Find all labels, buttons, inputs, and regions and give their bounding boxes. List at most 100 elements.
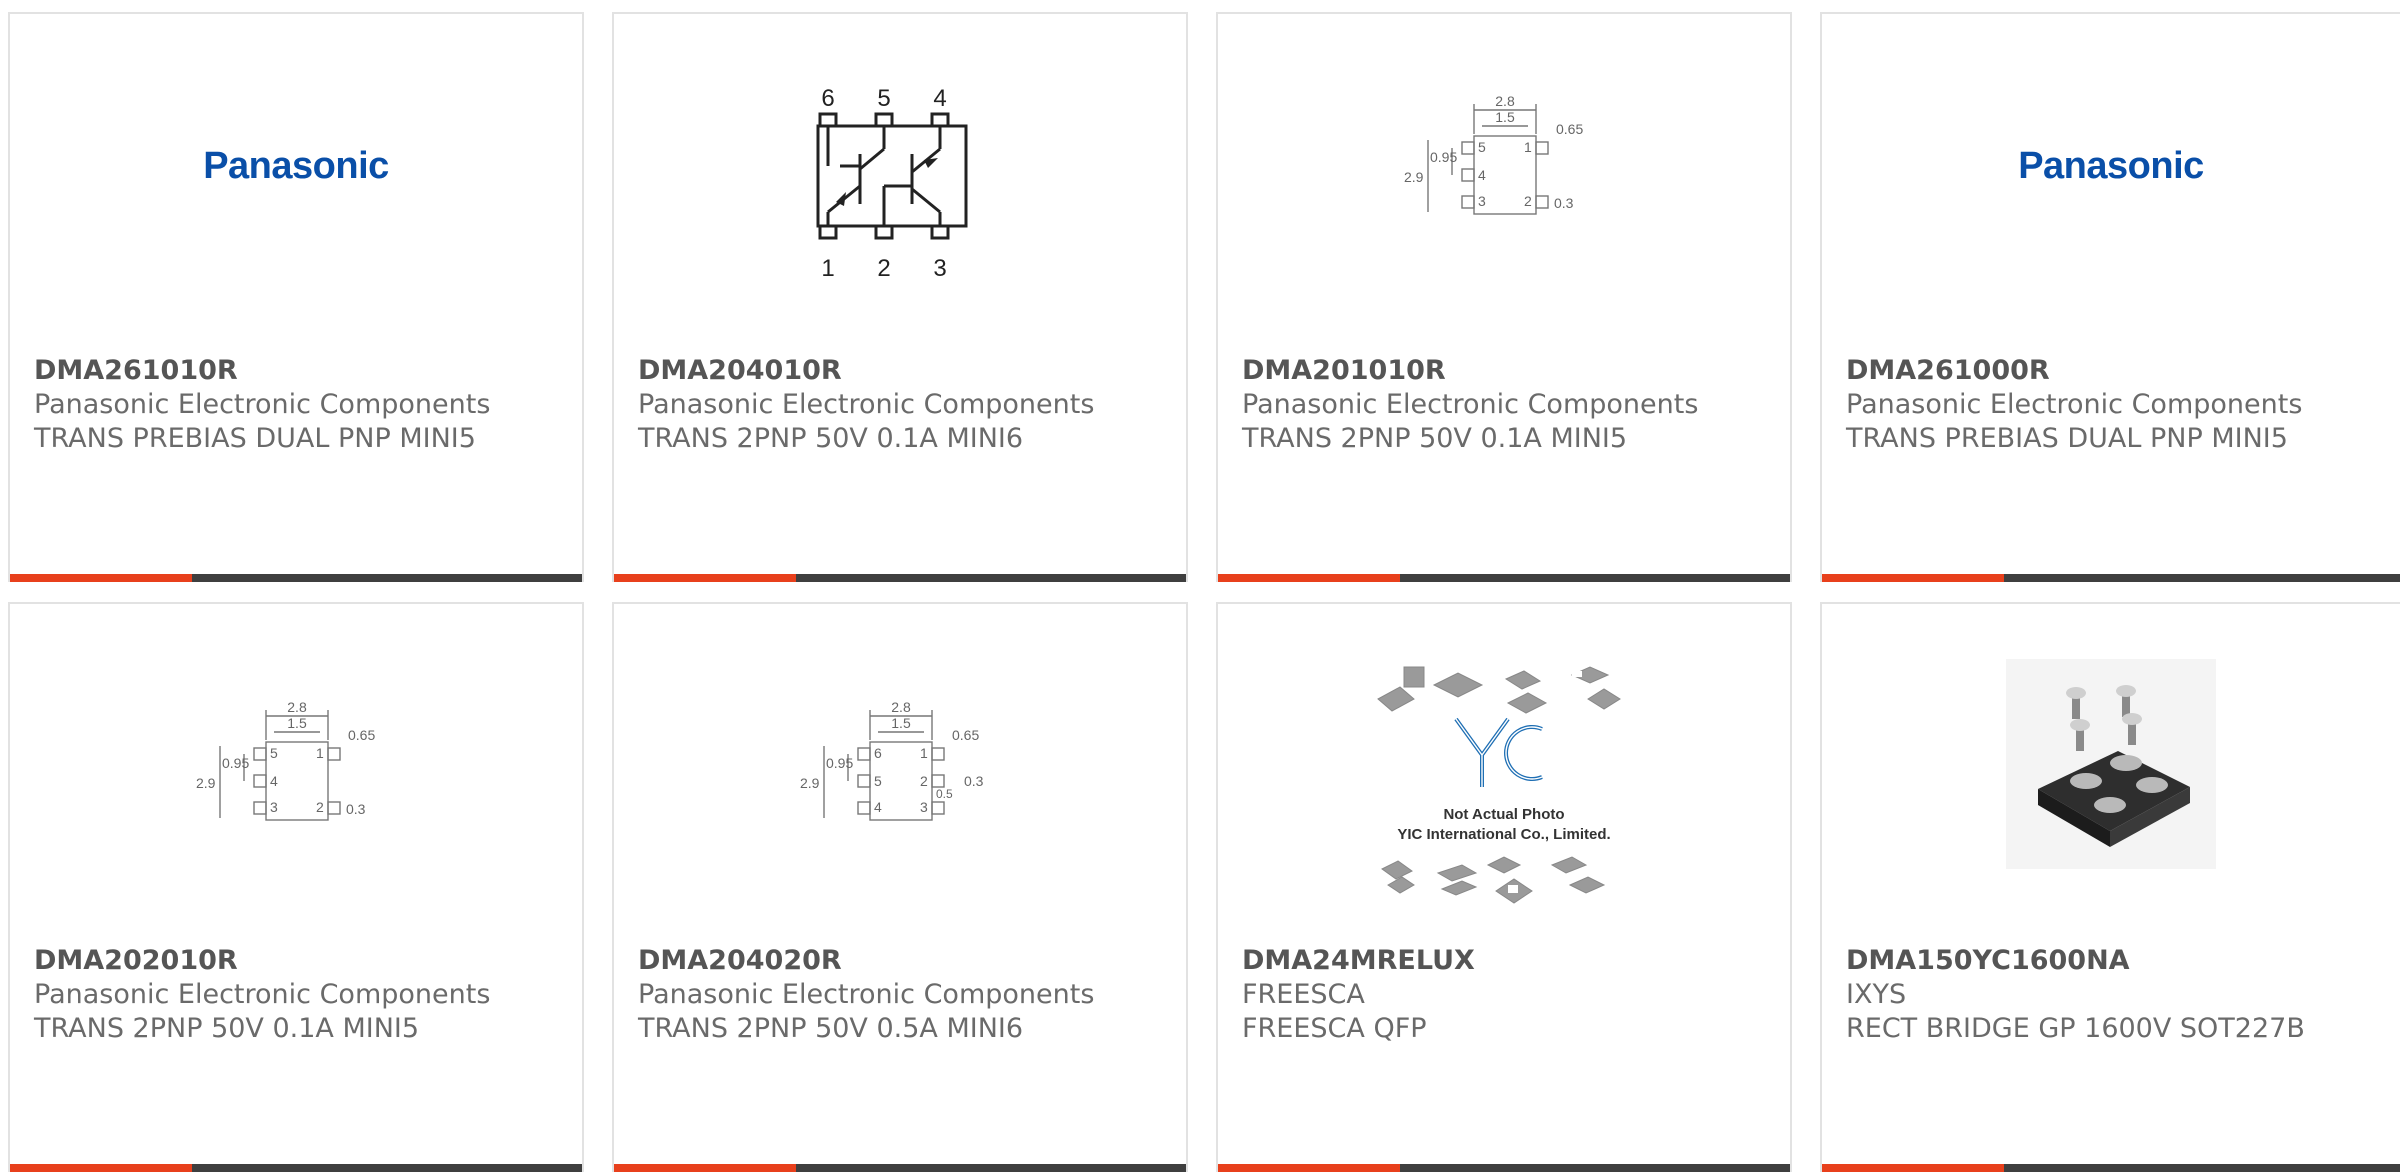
svg-text:0.95: 0.95 [826,755,853,771]
product-image[interactable]: 2.8 1.5 0.65 0.95 2.9 0.3 0.5 6 1 5 2 4 … [614,604,1186,944]
panasonic-logo: Panasonic [203,144,389,187]
svg-text:3: 3 [933,255,946,282]
product-card[interactable]: Panasonic DMA261010R Panasonic Electroni… [8,12,584,582]
card-accent-bar [10,574,192,582]
svg-text:4: 4 [874,799,882,815]
svg-text:1: 1 [821,255,834,282]
part-number-link[interactable]: DMA24MRELUX [1242,944,1770,978]
card-accent-bar [1218,1164,1400,1172]
manufacturer: Panasonic Electronic Components [34,389,491,420]
module-photo [2006,659,2216,869]
card-footer-bar [614,574,1186,582]
product-image[interactable]: Panasonic [10,14,582,354]
svg-text:3: 3 [1478,193,1486,209]
product-card[interactable]: 2.8 1.5 0.65 0.95 2.9 0.3 5 1 4 3 2 DMA2… [1216,12,1792,582]
svg-text:1.5: 1.5 [1495,109,1515,125]
product-image[interactable]: Not Actual Photo YIC International Co., … [1218,604,1790,944]
product-image[interactable]: 6 5 4 1 2 3 [614,14,1186,354]
manufacturer: IXYS [1846,979,1907,1010]
card-accent-bar [614,1164,796,1172]
product-image[interactable]: 2.8 1.5 0.65 0.95 2.9 0.3 5 1 4 3 2 [1218,14,1790,354]
svg-text:2: 2 [877,255,890,282]
svg-text:5: 5 [270,745,278,761]
svg-text:2: 2 [920,773,928,789]
svg-text:4: 4 [270,773,278,789]
card-accent-bar [614,574,796,582]
part-number-link[interactable]: DMA261000R [1846,354,2380,388]
manufacturer: Panasonic Electronic Components [34,979,491,1010]
description: TRANS PREBIAS DUAL PNP MINI5 [1846,423,2288,454]
card-footer-bar [1822,1164,2400,1172]
svg-text:0.95: 0.95 [1430,149,1457,165]
description: TRANS 2PNP 50V 0.1A MINI6 [638,423,1024,454]
svg-text:0.65: 0.65 [1556,121,1583,137]
product-image[interactable] [1822,604,2400,944]
package-dimension-drawing: 2.8 1.5 0.65 0.95 2.9 0.3 5 1 4 3 2 [196,700,375,821]
svg-text:1: 1 [920,745,928,761]
svg-text:2: 2 [1524,193,1532,209]
svg-text:1: 1 [1524,139,1532,155]
svg-text:0.3: 0.3 [1554,195,1574,211]
yic-placeholder-image: Not Actual Photo YIC International Co., … [1377,666,1621,904]
svg-text:1.5: 1.5 [891,715,911,731]
card-footer-bar [1218,1164,1790,1172]
part-number-link[interactable]: DMA261010R [34,354,562,388]
part-number-link[interactable]: DMA150YC1600NA [1846,944,2380,978]
svg-text:2.8: 2.8 [1495,94,1515,109]
manufacturer: FREESCA [1242,979,1365,1010]
product-card[interactable]: 2.8 1.5 0.65 0.95 2.9 0.3 5 1 4 3 2 DMA2… [8,602,584,1172]
svg-text:2.8: 2.8 [891,700,911,715]
part-number-link[interactable]: DMA204020R [638,944,1166,978]
product-card[interactable]: DMA150YC1600NA IXYS RECT BRIDGE GP 1600V… [1820,602,2400,1172]
svg-text:4: 4 [933,85,946,112]
svg-text:5: 5 [1478,139,1486,155]
svg-text:6: 6 [821,85,834,112]
svg-text:YIC International Co., Limited: YIC International Co., Limited. [1397,826,1610,843]
svg-text:2.9: 2.9 [196,775,216,791]
package-dimension-drawing-6pin: 2.8 1.5 0.65 0.95 2.9 0.3 0.5 6 1 5 2 4 … [800,700,984,821]
svg-text:6: 6 [874,745,882,761]
part-number-link[interactable]: DMA201010R [1242,354,1770,388]
card-footer-bar [614,1164,1186,1172]
manufacturer: Panasonic Electronic Components [1846,389,2303,420]
product-card[interactable]: Not Actual Photo YIC International Co., … [1216,602,1792,1172]
description: TRANS 2PNP 50V 0.1A MINI5 [34,1013,420,1044]
circuit-schematic-image: 6 5 4 1 2 3 [816,85,968,282]
svg-text:0.95: 0.95 [222,755,249,771]
package-dimension-drawing: 2.8 1.5 0.65 0.95 2.9 0.3 5 1 4 3 2 [1404,94,1583,215]
svg-text:0.3: 0.3 [346,801,366,817]
svg-text:2.8: 2.8 [287,700,307,715]
svg-text:0.65: 0.65 [348,727,375,743]
description: TRANS 2PNP 50V 0.5A MINI6 [638,1013,1024,1044]
panasonic-logo: Panasonic [2018,144,2204,187]
card-footer-bar [1822,574,2400,582]
svg-text:4: 4 [1478,167,1486,183]
card-footer-bar [1218,574,1790,582]
part-number-link[interactable]: DMA204010R [638,354,1166,388]
description: TRANS 2PNP 50V 0.1A MINI5 [1242,423,1628,454]
svg-text:0.5: 0.5 [936,787,953,801]
svg-text:2.9: 2.9 [1404,169,1424,185]
card-accent-bar [1822,574,2004,582]
product-image[interactable]: Panasonic [1822,14,2400,354]
product-card[interactable]: 6 5 4 1 2 3 DMA204010R Panasonic Electro… [612,12,1188,582]
product-card[interactable]: Panasonic DMA261000R Panasonic Electroni… [1820,12,2400,582]
svg-text:5: 5 [877,85,890,112]
manufacturer: Panasonic Electronic Components [638,389,1095,420]
card-footer-bar [10,574,582,582]
svg-text:Not Actual Photo: Not Actual Photo [1443,806,1564,823]
product-grid: Panasonic DMA261010R Panasonic Electroni… [0,0,2400,1172]
svg-text:3: 3 [270,799,278,815]
description: TRANS PREBIAS DUAL PNP MINI5 [34,423,476,454]
svg-text:2: 2 [316,799,324,815]
product-image[interactable]: 2.8 1.5 0.65 0.95 2.9 0.3 5 1 4 3 2 [10,604,582,944]
svg-text:1: 1 [316,745,324,761]
svg-text:1.5: 1.5 [287,715,307,731]
svg-text:0.3: 0.3 [964,773,984,789]
svg-text:2.9: 2.9 [800,775,820,791]
part-number-link[interactable]: DMA202010R [34,944,562,978]
manufacturer: Panasonic Electronic Components [1242,389,1699,420]
product-card[interactable]: 2.8 1.5 0.65 0.95 2.9 0.3 0.5 6 1 5 2 4 … [612,602,1188,1172]
manufacturer: Panasonic Electronic Components [638,979,1095,1010]
description: RECT BRIDGE GP 1600V SOT227B [1846,1013,2305,1044]
